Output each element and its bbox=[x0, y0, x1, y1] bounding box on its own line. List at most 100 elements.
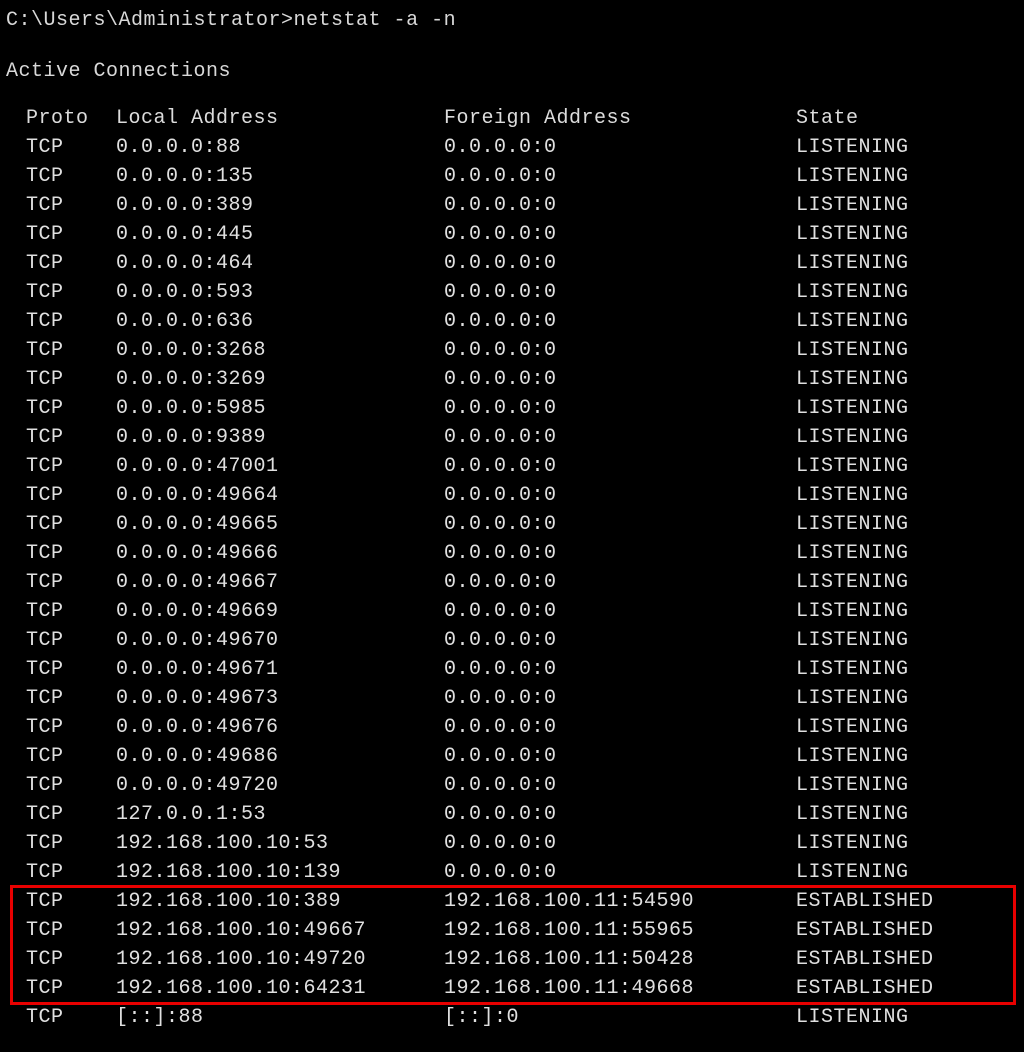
cell-local-address: 0.0.0.0:49669 bbox=[116, 597, 444, 626]
cell-proto: TCP bbox=[26, 568, 116, 597]
cell-local-address: 0.0.0.0:445 bbox=[116, 220, 444, 249]
cell-state: LISTENING bbox=[796, 626, 909, 655]
header-foreign: Foreign Address bbox=[444, 104, 796, 133]
header-state: State bbox=[796, 104, 859, 133]
cell-proto: TCP bbox=[26, 394, 116, 423]
cell-state: LISTENING bbox=[796, 452, 909, 481]
cell-proto: TCP bbox=[26, 945, 116, 974]
cell-state: LISTENING bbox=[796, 684, 909, 713]
cell-proto: TCP bbox=[26, 916, 116, 945]
table-row: TCP0.0.0.0:470010.0.0.0:0LISTENING bbox=[26, 452, 1024, 481]
cell-state: LISTENING bbox=[796, 278, 909, 307]
table-row: TCP0.0.0.0:5930.0.0.0:0LISTENING bbox=[26, 278, 1024, 307]
table-row: TCP0.0.0.0:496760.0.0.0:0LISTENING bbox=[26, 713, 1024, 742]
cell-proto: TCP bbox=[26, 510, 116, 539]
header-local: Local Address bbox=[116, 104, 444, 133]
table-row: TCP0.0.0.0:59850.0.0.0:0LISTENING bbox=[26, 394, 1024, 423]
cell-foreign-address: 192.168.100.11:49668 bbox=[444, 974, 796, 1003]
cell-foreign-address: 0.0.0.0:0 bbox=[444, 191, 796, 220]
cell-local-address: 0.0.0.0:49667 bbox=[116, 568, 444, 597]
cell-state: LISTENING bbox=[796, 742, 909, 771]
cell-state: LISTENING bbox=[796, 539, 909, 568]
cell-proto: TCP bbox=[26, 162, 116, 191]
cell-proto: TCP bbox=[26, 713, 116, 742]
table-row: TCP[::]:88[::]:0LISTENING bbox=[26, 1003, 1024, 1032]
cell-proto: TCP bbox=[26, 278, 116, 307]
cell-foreign-address: 0.0.0.0:0 bbox=[444, 423, 796, 452]
cell-local-address: 0.0.0.0:49665 bbox=[116, 510, 444, 539]
table-row: TCP0.0.0.0:1350.0.0.0:0LISTENING bbox=[26, 162, 1024, 191]
cell-local-address: 0.0.0.0:49676 bbox=[116, 713, 444, 742]
table-row: TCP192.168.100.10:530.0.0.0:0LISTENING bbox=[26, 829, 1024, 858]
table-row: TCP127.0.0.1:530.0.0.0:0LISTENING bbox=[26, 800, 1024, 829]
cell-state: LISTENING bbox=[796, 133, 909, 162]
command-prompt-line: C:\Users\Administrator>netstat -a -n bbox=[6, 6, 1024, 35]
cell-local-address: 192.168.100.10:53 bbox=[116, 829, 444, 858]
cell-state: ESTABLISHED bbox=[796, 887, 934, 916]
cell-local-address: 127.0.0.1:53 bbox=[116, 800, 444, 829]
cell-state: LISTENING bbox=[796, 1003, 909, 1032]
table-row: TCP0.0.0.0:3890.0.0.0:0LISTENING bbox=[26, 191, 1024, 220]
cell-local-address: 0.0.0.0:88 bbox=[116, 133, 444, 162]
table-row: TCP0.0.0.0:497200.0.0.0:0LISTENING bbox=[26, 771, 1024, 800]
cell-foreign-address: 0.0.0.0:0 bbox=[444, 278, 796, 307]
cell-foreign-address: 0.0.0.0:0 bbox=[444, 568, 796, 597]
connections-table: Proto Local Address Foreign Address Stat… bbox=[6, 104, 1024, 1032]
cell-proto: TCP bbox=[26, 133, 116, 162]
cell-proto: TCP bbox=[26, 742, 116, 771]
cell-foreign-address: 192.168.100.11:55965 bbox=[444, 916, 796, 945]
cell-state: LISTENING bbox=[796, 191, 909, 220]
cell-state: LISTENING bbox=[796, 800, 909, 829]
cell-foreign-address: 0.0.0.0:0 bbox=[444, 597, 796, 626]
cell-local-address: 0.0.0.0:49673 bbox=[116, 684, 444, 713]
cell-local-address: 0.0.0.0:636 bbox=[116, 307, 444, 336]
cell-state: LISTENING bbox=[796, 394, 909, 423]
cell-proto: TCP bbox=[26, 307, 116, 336]
cell-local-address: [::]:88 bbox=[116, 1003, 444, 1032]
cell-proto: TCP bbox=[26, 452, 116, 481]
cell-state: LISTENING bbox=[796, 336, 909, 365]
cell-local-address: 0.0.0.0:49664 bbox=[116, 481, 444, 510]
terminal-window[interactable]: C:\Users\Administrator>netstat -a -n Act… bbox=[6, 6, 1024, 1032]
cell-foreign-address: 0.0.0.0:0 bbox=[444, 858, 796, 887]
table-row: TCP0.0.0.0:4450.0.0.0:0LISTENING bbox=[26, 220, 1024, 249]
cell-proto: TCP bbox=[26, 829, 116, 858]
cell-foreign-address: 0.0.0.0:0 bbox=[444, 220, 796, 249]
table-row: TCP0.0.0.0:32680.0.0.0:0LISTENING bbox=[26, 336, 1024, 365]
table-row: TCP0.0.0.0:496660.0.0.0:0LISTENING bbox=[26, 539, 1024, 568]
table-row: TCP192.168.100.10:49667192.168.100.11:55… bbox=[26, 916, 1024, 945]
cell-foreign-address: 0.0.0.0:0 bbox=[444, 539, 796, 568]
cell-local-address: 192.168.100.10:49720 bbox=[116, 945, 444, 974]
cell-local-address: 192.168.100.10:49667 bbox=[116, 916, 444, 945]
table-row: TCP0.0.0.0:496690.0.0.0:0LISTENING bbox=[26, 597, 1024, 626]
cell-state: LISTENING bbox=[796, 307, 909, 336]
table-row: TCP0.0.0.0:32690.0.0.0:0LISTENING bbox=[26, 365, 1024, 394]
cell-state: LISTENING bbox=[796, 771, 909, 800]
table-row: TCP192.168.100.10:64231192.168.100.11:49… bbox=[26, 974, 1024, 1003]
cell-proto: TCP bbox=[26, 655, 116, 684]
cell-foreign-address: 0.0.0.0:0 bbox=[444, 684, 796, 713]
cell-foreign-address: 192.168.100.11:50428 bbox=[444, 945, 796, 974]
table-row: TCP192.168.100.10:49720192.168.100.11:50… bbox=[26, 945, 1024, 974]
cell-foreign-address: 0.0.0.0:0 bbox=[444, 713, 796, 742]
cell-proto: TCP bbox=[26, 220, 116, 249]
cell-local-address: 0.0.0.0:593 bbox=[116, 278, 444, 307]
cell-state: LISTENING bbox=[796, 423, 909, 452]
cell-state: LISTENING bbox=[796, 829, 909, 858]
cell-proto: TCP bbox=[26, 974, 116, 1003]
cell-foreign-address: 0.0.0.0:0 bbox=[444, 394, 796, 423]
table-header-row: Proto Local Address Foreign Address Stat… bbox=[26, 104, 1024, 133]
cell-foreign-address: 0.0.0.0:0 bbox=[444, 336, 796, 365]
table-row: TCP0.0.0.0:880.0.0.0:0LISTENING bbox=[26, 133, 1024, 162]
cell-proto: TCP bbox=[26, 800, 116, 829]
cell-state: ESTABLISHED bbox=[796, 916, 934, 945]
cell-state: LISTENING bbox=[796, 568, 909, 597]
cell-foreign-address: 0.0.0.0:0 bbox=[444, 742, 796, 771]
table-row: TCP0.0.0.0:496710.0.0.0:0LISTENING bbox=[26, 655, 1024, 684]
section-title: Active Connections bbox=[6, 57, 1024, 86]
cell-state: LISTENING bbox=[796, 249, 909, 278]
cell-local-address: 0.0.0.0:3269 bbox=[116, 365, 444, 394]
cell-foreign-address: 0.0.0.0:0 bbox=[444, 829, 796, 858]
cell-foreign-address: 0.0.0.0:0 bbox=[444, 365, 796, 394]
cell-state: LISTENING bbox=[796, 713, 909, 742]
